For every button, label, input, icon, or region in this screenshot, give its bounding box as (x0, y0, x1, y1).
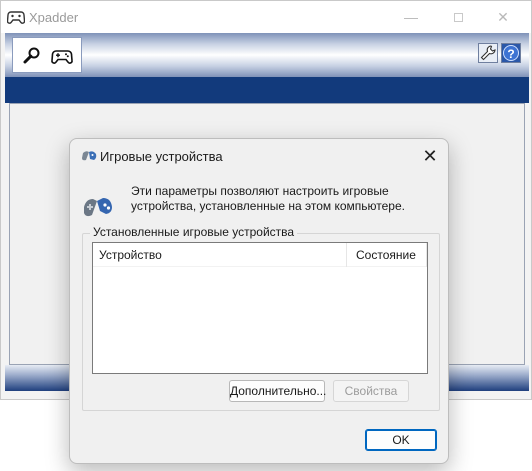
xpadder-titlebar[interactable]: Xpadder — ✕ (1, 1, 531, 33)
xpadder-toolbar: ? (5, 33, 529, 77)
magnifier-button[interactable] (21, 46, 43, 66)
group-title: Установленные игровые устройства (90, 225, 298, 239)
settings-button[interactable] (478, 43, 498, 63)
help-button[interactable]: ? (501, 43, 521, 63)
gamepad-icon (7, 11, 25, 24)
tool-panel (12, 37, 82, 73)
maximize-button[interactable] (448, 7, 468, 27)
column-device[interactable]: Устройство (93, 243, 347, 267)
dialog-title: Игровые устройства (100, 149, 223, 164)
dialog-close-button[interactable]: ✕ (420, 146, 440, 166)
dialog-titlebar[interactable]: Игровые устройства ✕ (70, 139, 448, 173)
dialog-description: Эти параметры позволяют настроить игровы… (131, 184, 405, 213)
advanced-button[interactable]: Дополнительно... (229, 380, 326, 402)
gamepad-icon (82, 151, 97, 161)
wrench-icon (480, 45, 496, 61)
properties-button[interactable]: Свойства (333, 380, 409, 402)
maximize-icon (453, 13, 463, 22)
help-icon: ? (503, 45, 519, 61)
close-button[interactable]: ✕ (493, 7, 513, 27)
controller-button[interactable] (51, 46, 73, 66)
magnifier-icon (23, 47, 40, 64)
column-status[interactable]: Состояние (347, 243, 427, 267)
gamepad-icon (51, 50, 73, 64)
gamepad-icon (84, 198, 112, 217)
minimize-button[interactable]: — (401, 7, 421, 27)
installed-controllers-group: Установленные игровые устройства Устройс… (82, 225, 440, 411)
ok-button[interactable]: OK (365, 429, 437, 451)
xpadder-title: Xpadder (29, 10, 79, 25)
list-header: Устройство Состояние (93, 243, 427, 267)
game-controllers-dialog: Игровые устройства ✕ Эти параметры позво… (69, 138, 449, 464)
xpadder-blue-band (5, 77, 529, 103)
controllers-list[interactable]: Устройство Состояние (92, 242, 428, 374)
